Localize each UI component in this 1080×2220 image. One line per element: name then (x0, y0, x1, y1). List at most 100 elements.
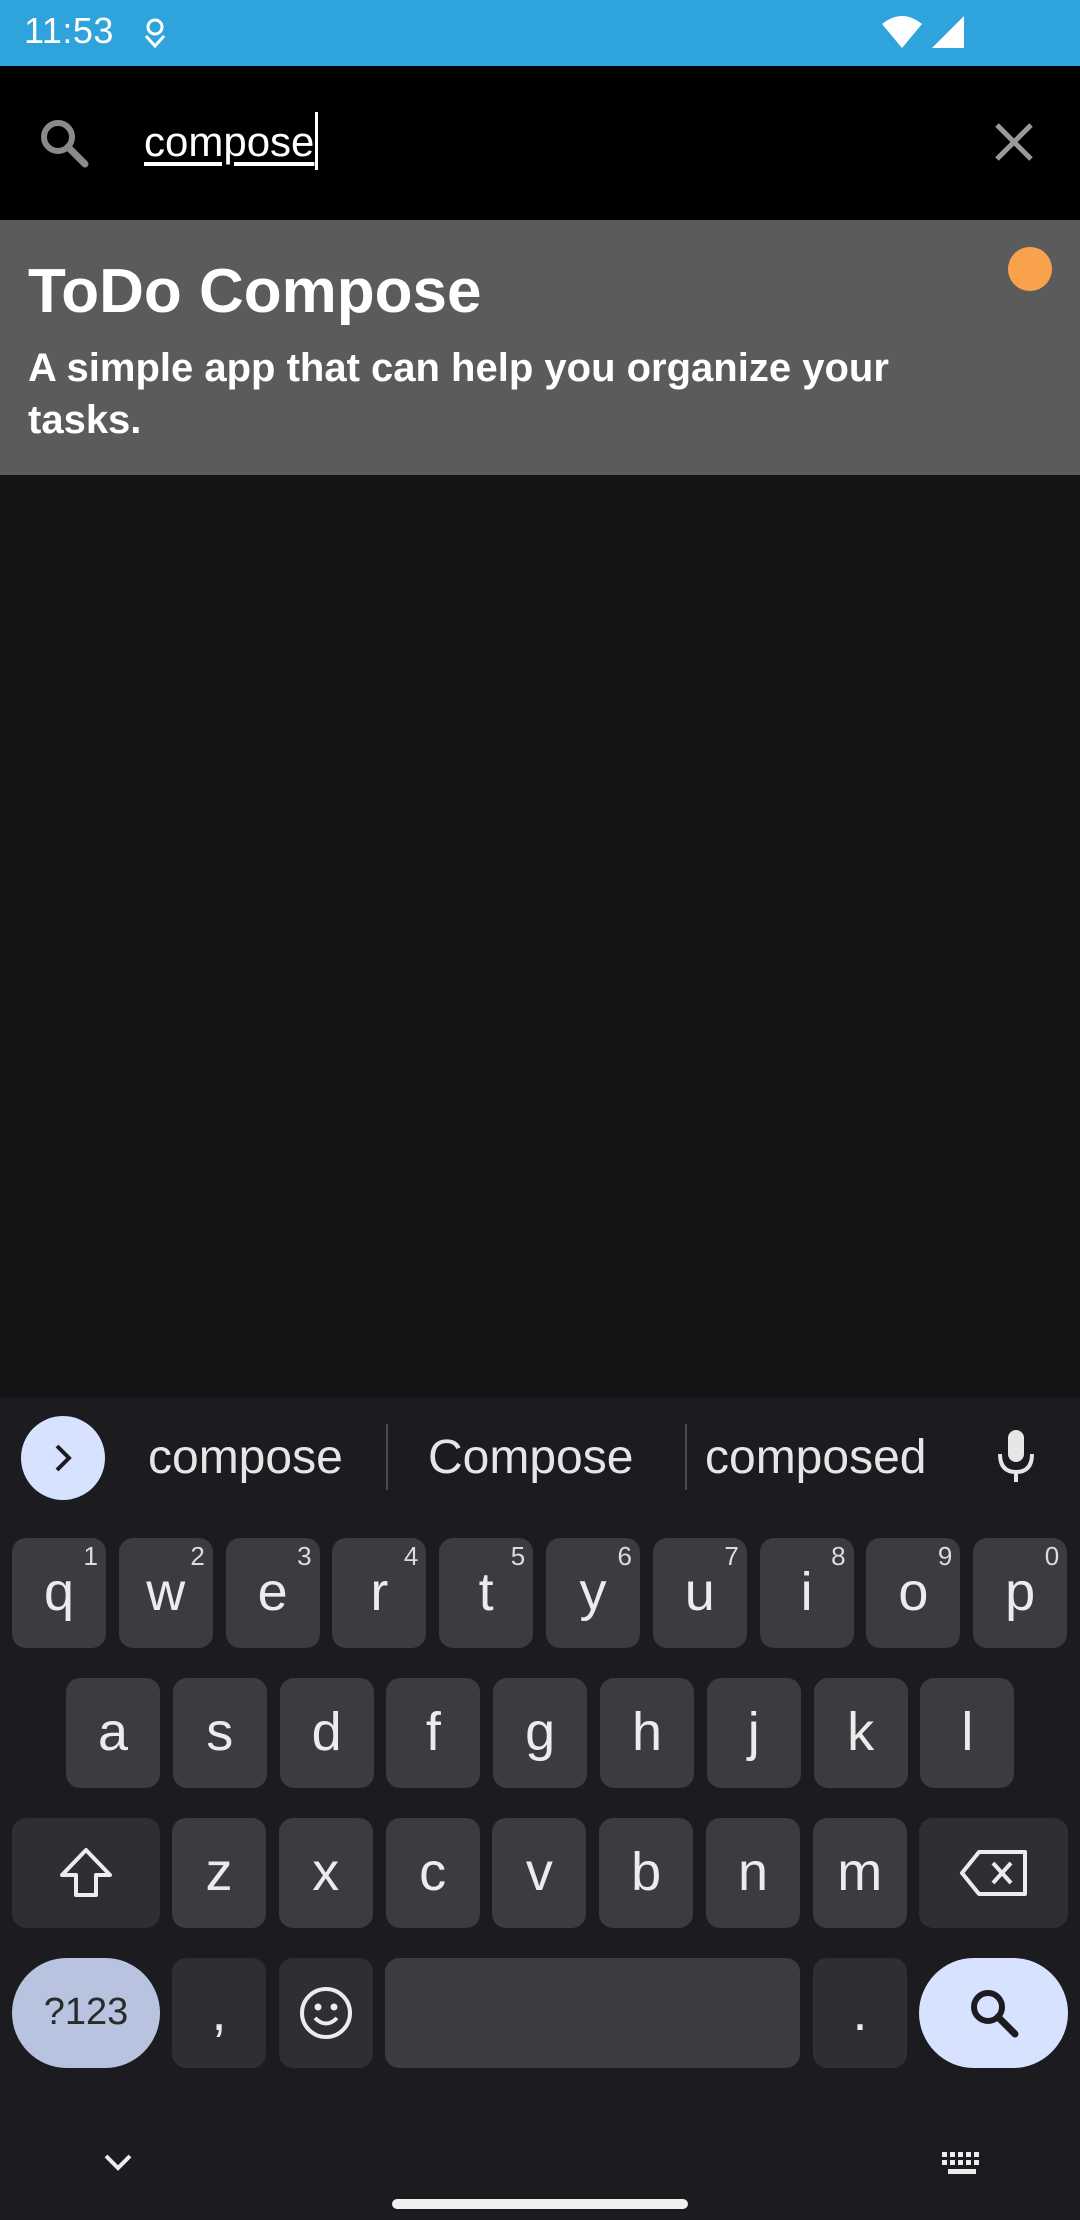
key-label: c (419, 1842, 447, 1902)
key-l[interactable]: l (920, 1678, 1015, 1788)
key-label: j (747, 1702, 760, 1762)
key-x[interactable]: x (278, 1818, 373, 1928)
suggestion-1[interactable]: compose (148, 1428, 343, 1488)
key-label: q (43, 1562, 75, 1622)
download-icon (140, 16, 170, 55)
key-v[interactable]: v (492, 1818, 587, 1928)
key-b[interactable]: b (599, 1818, 694, 1928)
key-d[interactable]: d (279, 1678, 374, 1788)
suggestion-divider (685, 1424, 687, 1490)
signal-icon (930, 14, 966, 55)
search-action-key[interactable] (919, 1958, 1068, 2068)
key-hint: 9 (937, 1541, 953, 1571)
key-hint: 1 (83, 1541, 98, 1571)
suggestion-3[interactable]: composed (705, 1428, 926, 1488)
search-query: compose (144, 118, 315, 165)
key-p[interactable]: p0 (973, 1538, 1068, 1648)
key-label: r (370, 1562, 389, 1622)
key-label: l (961, 1702, 974, 1762)
key-s[interactable]: s (172, 1678, 267, 1788)
key-label: z (205, 1842, 233, 1902)
key-label: p (1005, 1562, 1036, 1622)
key-label: y (579, 1562, 607, 1622)
key-c[interactable]: c (385, 1818, 480, 1928)
key-u[interactable]: u7 (652, 1538, 747, 1648)
key-i[interactable]: i8 (759, 1538, 854, 1648)
keyboard: compose Compose composed q1w2e3r4t5y6u7i… (0, 1398, 1080, 2220)
search-icon (38, 117, 90, 174)
suggestion-bar: compose Compose composed (0, 1398, 1080, 1518)
keyboard-switch-icon[interactable] (940, 2150, 984, 2185)
space-key[interactable] (385, 1958, 800, 2068)
key-t[interactable]: t5 (439, 1538, 534, 1648)
key-hint: 7 (724, 1541, 739, 1571)
key-e[interactable]: e3 (225, 1538, 320, 1648)
symbols-key[interactable]: ?123 (12, 1958, 160, 2068)
home-handle[interactable] (392, 2199, 688, 2209)
key-label: x (312, 1842, 340, 1902)
key-hint: 0 (1044, 1541, 1060, 1571)
key-label: k (847, 1702, 875, 1762)
text-cursor (315, 112, 319, 170)
microphone-icon[interactable] (995, 1428, 1037, 1491)
key-hint: 3 (297, 1541, 312, 1571)
suggestion-divider (386, 1424, 388, 1490)
navigation-bar (0, 2110, 1080, 2220)
key-label: b (631, 1842, 662, 1902)
key-label: g (525, 1702, 556, 1762)
key-j[interactable]: j (706, 1678, 801, 1788)
backspace-key[interactable] (919, 1818, 1068, 1928)
key-label: w (146, 1562, 186, 1622)
task-item[interactable]: ToDo Compose A simple app that can help … (0, 220, 1080, 475)
key-z[interactable]: z (172, 1818, 266, 1928)
shift-key[interactable] (12, 1818, 160, 1928)
task-title: ToDo Compose (28, 257, 482, 326)
key-g[interactable]: g (493, 1678, 588, 1788)
expand-toolbar-button[interactable] (21, 1416, 105, 1500)
key-a[interactable]: a (66, 1678, 160, 1788)
key-label: o (898, 1562, 929, 1622)
key-y[interactable]: y6 (546, 1538, 640, 1648)
key-hint: 4 (403, 1541, 419, 1571)
period-key[interactable]: . (813, 1958, 907, 2068)
key-w[interactable]: w2 (118, 1538, 213, 1648)
wifi-icon (880, 14, 924, 55)
key-hint: 8 (831, 1541, 846, 1571)
emoji-icon (300, 1987, 352, 2039)
key-label: h (631, 1702, 663, 1762)
key-q[interactable]: q1 (12, 1538, 106, 1648)
key-label: f (425, 1702, 441, 1762)
status-bar: 11:53 (0, 0, 1080, 66)
comma-key[interactable]: , (172, 1958, 266, 2068)
search-icon (970, 1990, 1018, 2038)
emoji-key[interactable] (279, 1958, 373, 2068)
task-description: A simple app that can help you organize … (28, 346, 889, 442)
status-time: 11:53 (24, 10, 114, 51)
key-k[interactable]: k (813, 1678, 908, 1788)
key-hint: 6 (617, 1541, 632, 1571)
key-o[interactable]: o9 (866, 1538, 961, 1648)
key-label: s (206, 1702, 234, 1762)
shift-icon (60, 1848, 112, 1897)
search-bar: compose (0, 66, 1080, 220)
key-hint: 2 (190, 1541, 205, 1571)
key-label: u (684, 1562, 715, 1622)
key-label: m (837, 1842, 883, 1902)
chevron-right-icon (55, 1444, 72, 1472)
search-input[interactable]: compose (144, 112, 319, 172)
hide-keyboard-icon[interactable] (100, 2150, 136, 2179)
key-label: i (800, 1562, 813, 1622)
priority-indicator (1008, 247, 1052, 291)
key-label: n (737, 1842, 769, 1902)
key-label: d (311, 1702, 342, 1762)
key-label: a (97, 1702, 129, 1762)
key-label: t (478, 1562, 494, 1622)
close-icon[interactable] (994, 122, 1034, 167)
suggestion-2[interactable]: Compose (428, 1428, 633, 1488)
key-h[interactable]: h (600, 1678, 694, 1788)
key-r[interactable]: r4 (332, 1538, 427, 1648)
key-f[interactable]: f (386, 1678, 481, 1788)
backspace-icon (959, 1850, 1027, 1896)
key-m[interactable]: m (812, 1818, 907, 1928)
key-n[interactable]: n (706, 1818, 800, 1928)
